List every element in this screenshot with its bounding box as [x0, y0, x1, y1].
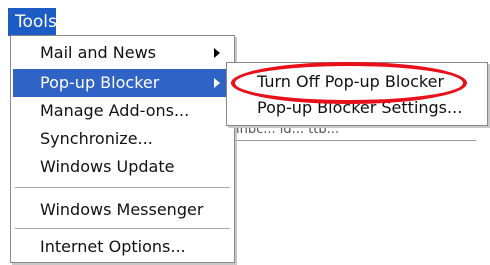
menu-tools[interactable]: Tools	[8, 8, 57, 36]
menu-item-label: Manage Add-ons...	[40, 101, 190, 120]
menu-item-manage-addons[interactable]: Manage Add-ons...	[13, 97, 232, 125]
menu-item-label: Windows Messenger	[40, 200, 204, 219]
background-window-rule	[236, 140, 476, 141]
tools-dropdown-menu: Mail and News Pop-up Blocker Manage Add-…	[10, 35, 235, 263]
menu-item-label: Windows Update	[40, 157, 175, 176]
menu-item-windows-messenger[interactable]: Windows Messenger	[13, 196, 232, 224]
menu-item-mail-and-news[interactable]: Mail and News	[13, 39, 232, 67]
menu-item-internet-options[interactable]: Internet Options...	[13, 233, 232, 261]
menu-item-synchronize[interactable]: Synchronize...	[13, 125, 232, 153]
submenu-item-label: Pop-up Blocker Settings...	[257, 98, 463, 117]
menu-item-popup-blocker[interactable]: Pop-up Blocker	[13, 69, 232, 97]
menu-item-label: Pop-up Blocker	[40, 73, 160, 92]
menu-item-label: Internet Options...	[40, 237, 186, 256]
submenu-item-turn-off-popup-blocker[interactable]: Turn Off Pop-up Blocker	[229, 68, 485, 96]
menu-item-windows-update[interactable]: Windows Update	[13, 153, 232, 181]
background-window-text: lnbc... ld... ttb...	[236, 126, 340, 134]
screenshot: Tools Mail and News Pop-up Blocker Manag…	[0, 0, 490, 265]
submenu-arrow-icon	[214, 78, 220, 88]
submenu-arrow-icon	[214, 48, 220, 58]
menu-item-label: Synchronize...	[40, 129, 153, 148]
popup-blocker-submenu: Turn Off Pop-up Blocker Pop-up Blocker S…	[226, 62, 488, 126]
menu-item-label: Mail and News	[40, 43, 157, 62]
submenu-item-popup-blocker-settings[interactable]: Pop-up Blocker Settings...	[229, 94, 485, 122]
submenu-item-label: Turn Off Pop-up Blocker	[257, 72, 445, 91]
menu-separator	[15, 187, 230, 188]
menu-separator	[15, 228, 230, 229]
